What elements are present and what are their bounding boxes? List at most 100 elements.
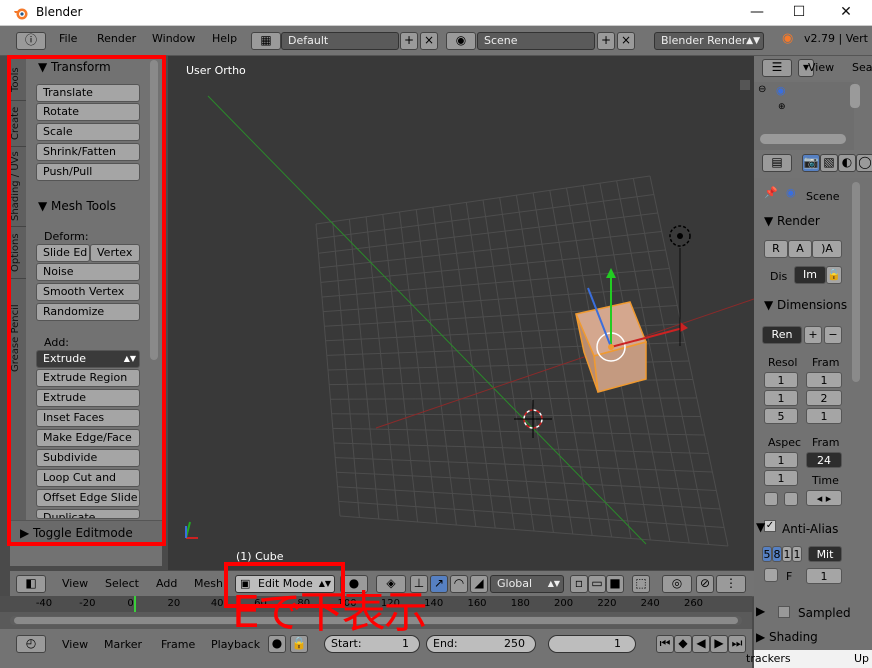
aa-filter-size-field[interactable]: 1: [806, 568, 842, 584]
preset-add-icon[interactable]: +: [804, 326, 822, 344]
vertex-slide-button[interactable]: Vertex: [90, 244, 140, 262]
render-layers-icon[interactable]: ▧: [820, 154, 838, 172]
offset-edge-slide-button[interactable]: Offset Edge Slide: [36, 489, 140, 507]
time-remap-field[interactable]: ◂ ▸: [806, 490, 842, 506]
render-panel-title[interactable]: ▼ Render: [764, 214, 820, 228]
aa-samples-5[interactable]: 5: [762, 546, 772, 562]
snap-element-icon[interactable]: ⋮: [716, 575, 746, 593]
limit-selection-icon[interactable]: ⬚: [632, 575, 650, 593]
menu-view[interactable]: View: [62, 577, 88, 590]
properties-scrollbar[interactable]: [852, 182, 860, 382]
menu-select[interactable]: Select: [105, 577, 139, 590]
close-window-button[interactable]: ✕: [823, 0, 869, 26]
editor-type-timeline-icon[interactable]: ◴: [16, 635, 46, 653]
randomize-button[interactable]: Randomize: [36, 303, 140, 321]
tab-create[interactable]: Create: [10, 100, 26, 146]
duplicate-button[interactable]: Duplicate: [36, 509, 140, 519]
current-frame-marker[interactable]: [134, 596, 136, 612]
menu-playback[interactable]: Playback: [211, 638, 260, 651]
scale-manip-icon[interactable]: ◢: [470, 575, 488, 593]
expand-icon[interactable]: ⊕: [778, 102, 786, 112]
sampled-checkbox[interactable]: [778, 606, 790, 618]
editor-type-properties-icon[interactable]: ▤: [762, 154, 792, 172]
outliner-hscroll[interactable]: [760, 134, 846, 144]
rotate-button[interactable]: Rotate: [36, 103, 140, 121]
face-select-icon[interactable]: ■: [606, 575, 624, 593]
frame-step-field[interactable]: 1: [806, 408, 842, 424]
layout-add-icon[interactable]: +: [400, 32, 418, 50]
aa-filter-select[interactable]: Mit: [808, 546, 842, 562]
aspect-y-field[interactable]: 1: [764, 470, 798, 486]
play-icon[interactable]: ▶: [710, 635, 728, 653]
menu-help[interactable]: Help: [212, 32, 237, 45]
crop-checkbox[interactable]: [764, 492, 778, 506]
tab-options[interactable]: Options: [10, 226, 26, 278]
menu-marker[interactable]: Marker: [104, 638, 142, 651]
aa-samples-11[interactable]: 1: [782, 546, 792, 562]
scene-icon[interactable]: ◉: [446, 32, 476, 50]
toggle-editmode-panel[interactable]: ▶ Toggle Editmode: [10, 520, 162, 544]
3d-viewport[interactable]: [168, 56, 754, 570]
editor-type-3dview-icon[interactable]: ◧: [16, 575, 46, 593]
frame-end-field[interactable]: 2: [806, 390, 842, 406]
scene-close-icon[interactable]: ×: [617, 32, 635, 50]
full-sample-checkbox[interactable]: [764, 568, 778, 582]
tab-tools[interactable]: Tools: [10, 58, 26, 100]
collapse-icon[interactable]: ⊖: [758, 84, 766, 95]
scale-button[interactable]: Scale: [36, 123, 140, 141]
prev-keyframe-icon[interactable]: ◆: [674, 635, 692, 653]
make-edge-face-button[interactable]: Make Edge/Face: [36, 429, 140, 447]
taskbar-item-up[interactable]: Up: [854, 652, 869, 665]
resolution-y-field[interactable]: 1: [764, 390, 798, 406]
layout-close-icon[interactable]: ×: [420, 32, 438, 50]
tab-grease-pencil[interactable]: Grease Pencil: [10, 278, 26, 398]
outliner-view-menu[interactable]: View: [808, 61, 834, 74]
pin-icon[interactable]: 📌: [764, 186, 778, 199]
dimensions-panel-title[interactable]: ▼ Dimensions: [764, 298, 847, 312]
minimize-button[interactable]: —: [734, 0, 780, 26]
render-anim-button[interactable]: A: [788, 240, 812, 258]
menu-timeline-view[interactable]: View: [62, 638, 88, 651]
tool-shelf-scrollbar[interactable]: [150, 60, 158, 360]
render-engine-select[interactable]: Blender Render ▲▼: [654, 32, 764, 50]
fps-select[interactable]: 24: [806, 452, 842, 468]
menu-window[interactable]: Window: [152, 32, 195, 45]
menu-mesh[interactable]: Mesh: [194, 577, 223, 590]
taskbar-item-trackers[interactable]: trackers: [746, 652, 791, 665]
preset-select[interactable]: Ren: [762, 326, 802, 344]
menu-render[interactable]: Render: [97, 32, 136, 45]
edge-select-icon[interactable]: ▭: [588, 575, 606, 593]
vertex-select-icon[interactable]: ▫: [570, 575, 588, 593]
antialias-checkbox[interactable]: ✓: [764, 520, 776, 532]
menu-frame[interactable]: Frame: [161, 638, 195, 651]
noise-button[interactable]: Noise: [36, 263, 140, 281]
tab-shading-uvs[interactable]: Shading / UVs: [10, 146, 26, 226]
translate-button[interactable]: Translate: [36, 84, 140, 102]
resolution-x-field[interactable]: 1: [764, 372, 798, 388]
shading-panel-title[interactable]: ▶ Shading: [756, 630, 818, 644]
slide-edge-button[interactable]: Slide Ed: [36, 244, 90, 262]
border-checkbox[interactable]: [784, 492, 798, 506]
subdivide-button[interactable]: Subdivide: [36, 449, 140, 467]
push-pull-button[interactable]: Push/Pull: [36, 163, 140, 181]
render-context-icon[interactable]: 📷: [802, 154, 820, 172]
smooth-vertex-button[interactable]: Smooth Vertex: [36, 283, 140, 301]
extrude-individual-button[interactable]: Extrude Individual: [36, 389, 140, 420]
jump-start-icon[interactable]: ⏮: [656, 635, 674, 653]
frame-start-field[interactable]: 1: [806, 372, 842, 388]
shrink-fatten-button[interactable]: Shrink/Fatten: [36, 143, 140, 161]
proportional-edit-icon[interactable]: ◎: [662, 575, 692, 593]
resolution-percent-field[interactable]: 5: [764, 408, 798, 424]
extrude-region-button[interactable]: Extrude Region: [36, 369, 140, 387]
snap-toggle-icon[interactable]: ⊘: [696, 575, 714, 593]
menu-add[interactable]: Add: [156, 577, 177, 590]
extrude-select[interactable]: Extrude ▲▼: [36, 350, 140, 368]
outliner-scrollbar[interactable]: [850, 84, 860, 108]
loop-cut-slide-button[interactable]: Loop Cut and Slide: [36, 469, 140, 500]
play-reverse-icon[interactable]: ◀: [692, 635, 710, 653]
world-context-icon[interactable]: ◯: [856, 154, 872, 172]
render-audio-button[interactable]: )A: [812, 240, 842, 258]
scene-field[interactable]: Scene: [477, 32, 595, 50]
translate-manip-icon[interactable]: ↗: [430, 575, 448, 593]
orientation-select[interactable]: Global ▲▼: [490, 575, 564, 593]
